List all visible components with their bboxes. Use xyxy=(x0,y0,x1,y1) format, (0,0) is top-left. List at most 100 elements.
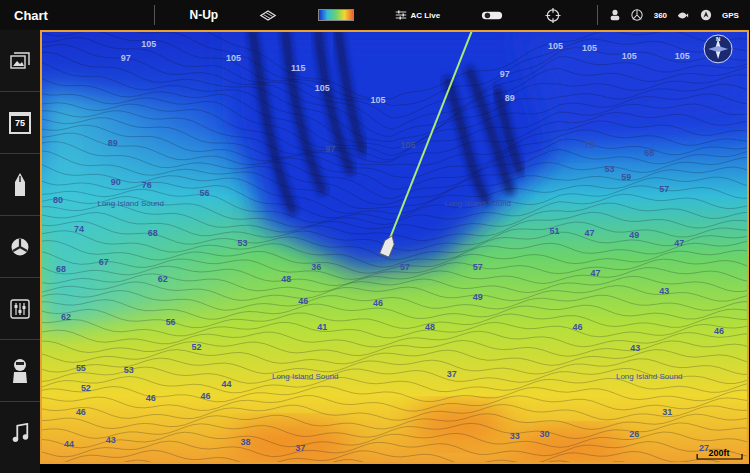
sidebar-item[interactable] xyxy=(0,216,40,278)
depth-label: 90 xyxy=(111,177,121,187)
depth-label: 43 xyxy=(659,286,669,296)
depth-label: 105 xyxy=(582,43,597,53)
contour-line xyxy=(41,320,749,338)
depth-label: 44 xyxy=(221,379,231,389)
contour-line xyxy=(41,204,749,240)
depth-label: 53 xyxy=(237,238,247,248)
depth-label: 56 xyxy=(166,317,176,327)
depth-label: 53 xyxy=(124,365,134,375)
navigation-icon[interactable] xyxy=(700,9,712,21)
scale-label: 200ft xyxy=(709,448,730,458)
depth-label: 105 xyxy=(226,53,241,63)
depth-label: 59 xyxy=(621,172,631,182)
depth-label: 105 xyxy=(400,140,415,150)
depth-label: 97 xyxy=(121,53,131,63)
sidebar-item[interactable] xyxy=(0,278,40,340)
contour-line xyxy=(41,350,749,366)
sidebar-item[interactable]: 75 xyxy=(0,92,40,154)
depth-label: 37 xyxy=(295,443,305,453)
bathymetry-map[interactable]: 1059710511510510510597971051051051058989… xyxy=(40,30,749,464)
sidebar-item[interactable] xyxy=(0,154,40,216)
depth-label: 73 xyxy=(584,140,594,150)
shoal-shade xyxy=(510,429,630,464)
contour-line xyxy=(41,181,749,220)
depth-label: 48 xyxy=(281,274,291,284)
user-icon[interactable] xyxy=(609,9,621,21)
wheel-icon xyxy=(10,237,30,257)
chart-screen: Chart N-Up AC Live 360 GPS 75 1059710511… xyxy=(0,0,750,473)
ac-live-button[interactable]: AC Live xyxy=(395,9,440,21)
toolbar: N-Up AC Live xyxy=(155,5,598,25)
depth-label: 26 xyxy=(629,429,639,439)
sidebar-item[interactable] xyxy=(0,340,40,402)
depth-label: 68 xyxy=(644,148,654,158)
contour-line xyxy=(41,30,749,106)
contour-line xyxy=(41,111,749,166)
contour-line xyxy=(41,266,749,285)
depth-label: 49 xyxy=(629,230,639,240)
depth-label: 47 xyxy=(674,238,684,248)
title-cell: Chart xyxy=(0,5,155,25)
area-label: Long Island Sound xyxy=(616,372,683,381)
depth-label: 74 xyxy=(74,224,84,234)
compass-icon[interactable]: N xyxy=(704,35,732,63)
depth-label: 46 xyxy=(146,393,156,403)
trench xyxy=(498,91,520,171)
depth-label: 33 xyxy=(510,431,520,441)
depth-label: 30 xyxy=(540,429,550,439)
sonar-icon[interactable] xyxy=(631,9,643,21)
contour-line xyxy=(41,189,749,224)
depth-label: 105 xyxy=(315,83,330,93)
depth-label: 57 xyxy=(473,262,483,272)
depth-label: 53 xyxy=(604,164,614,174)
contour-line xyxy=(41,309,749,328)
depth-palette-icon[interactable] xyxy=(318,9,354,21)
depth-label: 97 xyxy=(325,144,335,154)
main-area: 75 1059710511510510510597971051051051058… xyxy=(0,30,750,473)
contour-line xyxy=(41,142,749,205)
contour-line xyxy=(41,38,749,130)
toggle-icon[interactable] xyxy=(481,10,503,21)
shoal-shade xyxy=(230,422,350,464)
view-title: Chart xyxy=(14,8,48,23)
depth-label: 105 xyxy=(371,95,386,105)
fish-icon[interactable] xyxy=(677,9,689,21)
depth-label: 62 xyxy=(61,312,71,322)
contour-line xyxy=(41,213,749,251)
depth-label: 97 xyxy=(500,69,510,79)
sidebar-item[interactable] xyxy=(0,402,40,463)
trench xyxy=(338,31,362,150)
depth-label: 27 xyxy=(699,443,709,453)
boat-marker-icon[interactable] xyxy=(380,234,397,257)
contour-line xyxy=(41,30,749,99)
contour-line xyxy=(41,450,749,464)
depth-label: 49 xyxy=(473,292,483,302)
sidebar-item[interactable] xyxy=(0,30,40,92)
area-label: Long Island Sound xyxy=(272,372,339,381)
depth-label: 52 xyxy=(192,342,202,352)
contour-line xyxy=(41,94,749,160)
depth-label: 48 xyxy=(425,322,435,332)
depth-label: 46 xyxy=(201,391,211,401)
contour-line xyxy=(41,460,749,464)
ac-live-label: AC Live xyxy=(410,11,440,20)
depth-label: 46 xyxy=(572,322,582,332)
depth-label: 105 xyxy=(622,51,637,61)
orientation-button[interactable]: N-Up xyxy=(190,8,219,22)
depth-label: 46 xyxy=(76,407,86,417)
depth-label: 37 xyxy=(447,369,457,379)
contour-line xyxy=(41,423,749,439)
depth-label: 47 xyxy=(590,268,600,278)
crosshair-icon[interactable] xyxy=(544,8,562,23)
depth-label: 46 xyxy=(373,298,383,308)
top-bar: Chart N-Up AC Live 360 GPS xyxy=(0,0,750,30)
contour-line xyxy=(41,282,749,301)
depth-label: 44 xyxy=(64,439,74,449)
depth-label: 31 xyxy=(662,407,672,417)
contour-line xyxy=(41,405,749,421)
contour-line xyxy=(41,118,749,178)
settings-sliders-icon xyxy=(10,299,30,319)
map-layers-icon[interactable] xyxy=(259,8,277,23)
depth-label: 80 xyxy=(53,195,63,205)
music-icon xyxy=(10,423,30,443)
